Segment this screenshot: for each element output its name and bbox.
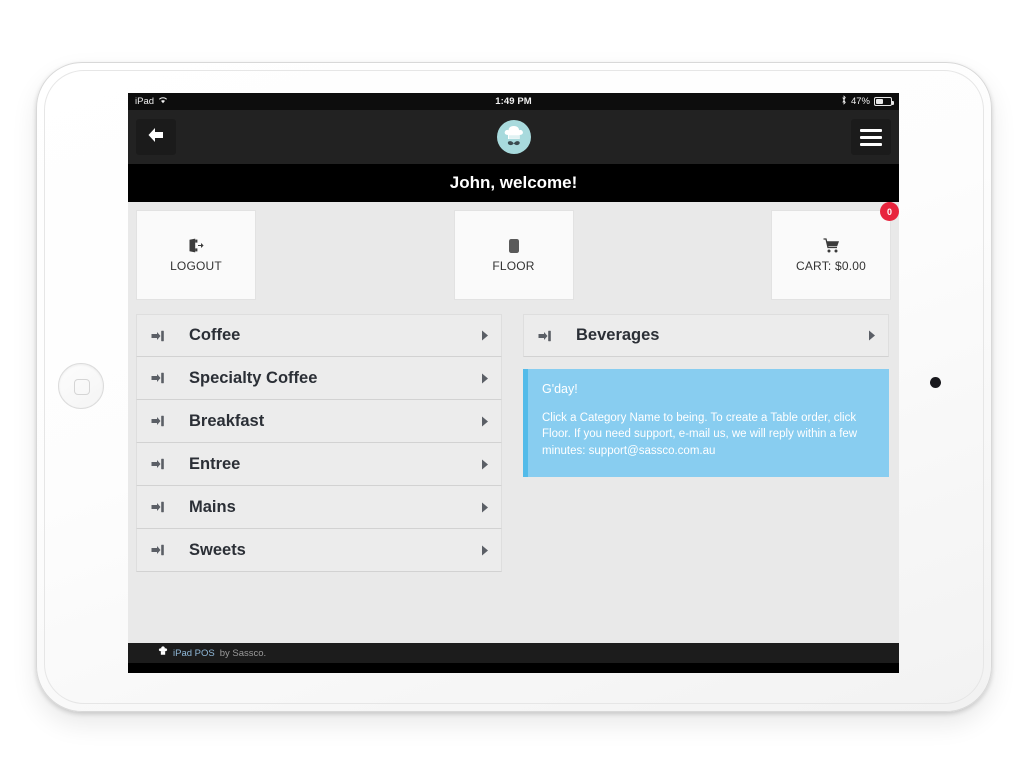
category-item-specialty-coffee[interactable]: Specialty Coffee xyxy=(136,357,502,400)
sign-in-icon xyxy=(147,458,169,470)
category-label: Specialty Coffee xyxy=(189,368,318,387)
shopping-cart-icon xyxy=(823,238,840,254)
sign-out-icon xyxy=(188,238,204,254)
category-label: Mains xyxy=(189,497,236,516)
battery-percent-label: 47% xyxy=(850,96,870,107)
category-label: Coffee xyxy=(189,326,241,344)
floor-tile[interactable]: FLOOR xyxy=(453,210,574,300)
category-list-right: Beverages G'day! Click a Category Name t… xyxy=(523,314,889,572)
home-button-square-icon xyxy=(74,379,90,395)
sign-in-icon xyxy=(147,415,169,427)
hamburger-menu-icon-line xyxy=(860,142,882,146)
footer-bottom-strip xyxy=(128,663,899,673)
info-panel-title: G'day! xyxy=(542,382,578,396)
footer-suffix: by Sassco. xyxy=(219,647,267,659)
footer-bar: iPad POS by Sassco. xyxy=(128,643,899,663)
status-bar-time: 1:49 PM xyxy=(495,96,532,107)
footer-brand: iPad POS xyxy=(173,647,215,659)
category-item-coffee[interactable]: Coffee xyxy=(136,314,502,357)
category-label: Sweets xyxy=(189,540,246,559)
status-bar: iPad 1:49 PM 47% xyxy=(128,93,899,110)
category-label: Entree xyxy=(189,454,241,473)
chevron-right-icon xyxy=(481,330,489,341)
category-item-breakfast[interactable]: Breakfast xyxy=(136,400,502,443)
back-button[interactable] xyxy=(136,119,176,155)
sign-in-icon xyxy=(147,501,169,513)
hamburger-menu-button[interactable] xyxy=(851,119,891,155)
back-arrow-icon xyxy=(146,126,166,149)
sign-in-icon xyxy=(534,330,556,342)
chevron-right-icon xyxy=(481,545,489,556)
category-list-left: Coffee Specialty Coffee Breakfast Entree… xyxy=(136,314,502,572)
cart-tile[interactable]: 0 CART: $0.00 xyxy=(771,202,899,300)
welcome-banner: John, welcome! xyxy=(128,164,899,202)
category-item-sweets[interactable]: Sweets xyxy=(136,529,502,572)
front-camera xyxy=(930,377,941,388)
info-panel: G'day! Click a Category Name to being. T… xyxy=(523,369,889,477)
sign-in-icon xyxy=(147,330,169,342)
logout-tile-label: LOGOUT xyxy=(170,258,222,273)
chef-hat-logo-icon xyxy=(496,120,531,154)
category-item-beverages[interactable]: Beverages xyxy=(523,314,889,357)
hamburger-menu-icon-line xyxy=(860,128,882,132)
ipad-screen: iPad 1:49 PM 47% John, welcome! LOGOUT F… xyxy=(128,93,899,673)
info-panel-body: Click a Category Name to being. To creat… xyxy=(542,412,858,457)
status-bar-right: 47% xyxy=(841,95,894,108)
category-label: Beverages xyxy=(576,326,660,344)
home-button[interactable] xyxy=(58,363,104,409)
cart-badge: 0 xyxy=(880,202,899,221)
chevron-right-icon xyxy=(481,459,489,470)
chevron-right-icon xyxy=(481,416,489,427)
action-tiles: LOGOUT FLOOR 0 CART: $0.00 xyxy=(128,202,899,300)
category-item-mains[interactable]: Mains xyxy=(136,486,502,529)
category-columns: Coffee Specialty Coffee Breakfast Entree… xyxy=(128,300,899,572)
chevron-right-icon xyxy=(481,373,489,384)
sign-in-icon xyxy=(147,544,169,556)
chef-hat-icon xyxy=(158,646,168,660)
logout-tile[interactable]: LOGOUT xyxy=(136,210,256,300)
chevron-right-icon xyxy=(481,502,489,513)
category-item-entree[interactable]: Entree xyxy=(136,443,502,486)
app-nav-bar xyxy=(128,110,899,164)
battery-icon xyxy=(874,97,894,106)
hamburger-menu-icon-line xyxy=(860,135,882,139)
category-label: Breakfast xyxy=(189,411,265,430)
cart-tile-label: CART: $0.00 xyxy=(795,258,867,273)
bluetooth-icon xyxy=(841,95,847,108)
chevron-right-icon xyxy=(868,330,876,341)
floor-tile-label: FLOOR xyxy=(492,258,535,273)
floor-plan-icon xyxy=(507,238,521,254)
sign-in-icon xyxy=(147,372,169,384)
welcome-text: John, welcome! xyxy=(449,173,578,192)
